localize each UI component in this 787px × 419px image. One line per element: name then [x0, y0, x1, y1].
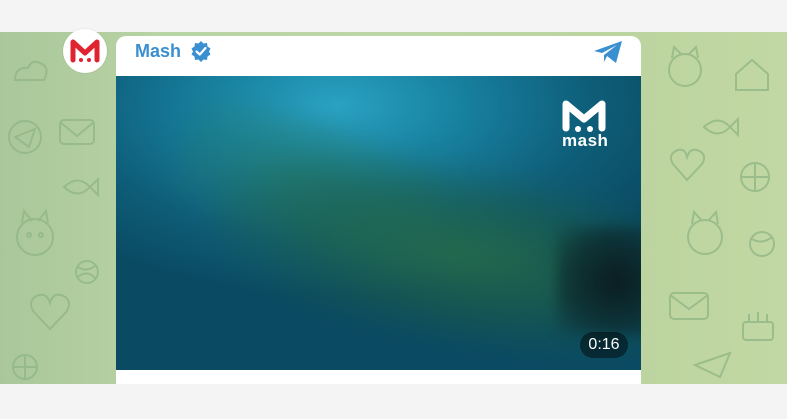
doodle-envelope-right-icon	[669, 292, 709, 320]
verified-badge-icon	[191, 41, 211, 62]
message-footer	[116, 370, 641, 384]
mash-watermark-text: mash	[562, 131, 609, 150]
doodle-heart-right-icon	[669, 148, 706, 182]
channel-name[interactable]: Mash	[135, 41, 181, 62]
doodle-cat-icon	[16, 208, 54, 256]
video-player[interactable]: mash 0:16	[116, 76, 641, 370]
mash-watermark-icon	[562, 100, 606, 132]
channel-avatar[interactable]	[63, 29, 107, 73]
doodle-cat-head-icon	[668, 44, 702, 87]
message-card: Mash mash 0:16	[116, 36, 641, 384]
telegram-plane-icon[interactable]	[592, 40, 624, 64]
doodle-envelope-icon	[59, 119, 95, 145]
doodle-paper-plane-right-icon	[692, 351, 732, 379]
doodle-cake-icon	[742, 312, 774, 341]
doodle-yarn-right-icon	[749, 231, 775, 257]
doodle-house-icon	[735, 58, 769, 91]
doodle-fish-right-icon	[702, 116, 739, 138]
doodle-paper-plane-icon	[8, 120, 42, 154]
mash-logo-icon	[70, 39, 100, 63]
doodle-yarn-icon	[75, 260, 99, 284]
doodle-cloud-icon	[13, 60, 48, 81]
video-duration-badge: 0:16	[580, 332, 628, 358]
doodle-cat-right-icon	[687, 209, 723, 255]
doodle-fish-icon	[62, 176, 99, 198]
doodle-heart-icon	[30, 293, 70, 331]
video-frame-dark-area	[556, 226, 641, 336]
doodle-ball-icon	[12, 354, 38, 380]
message-header: Mash	[116, 36, 641, 76]
doodle-ball-right-icon	[740, 162, 770, 192]
